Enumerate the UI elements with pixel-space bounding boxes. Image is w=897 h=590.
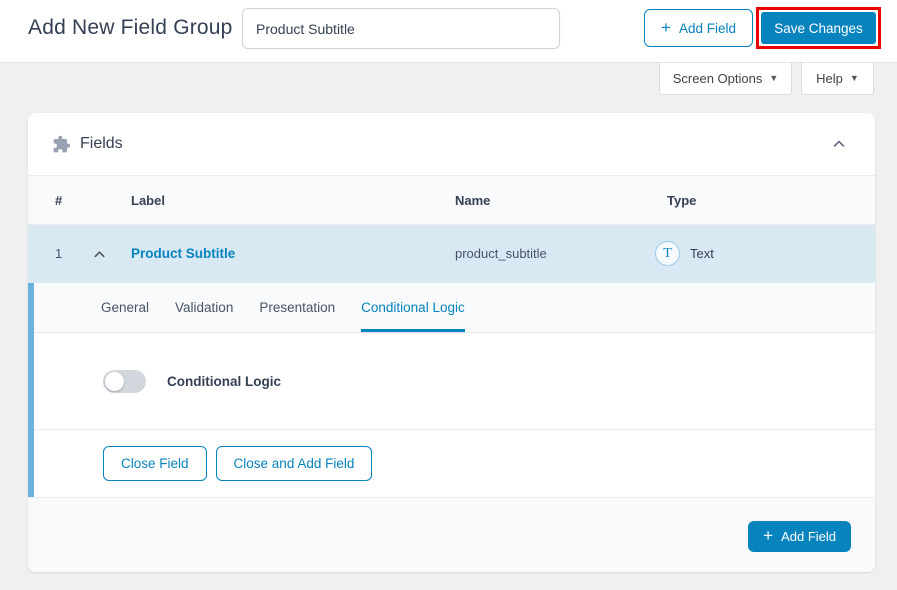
conditional-logic-toggle[interactable] (103, 370, 146, 393)
caret-down-icon: ▼ (769, 74, 778, 83)
help-label: Help (816, 71, 843, 86)
add-field-button-label: Add Field (679, 21, 736, 36)
close-and-add-field-button[interactable]: Close and Add Field (216, 446, 373, 481)
tab-presentation[interactable]: Presentation (259, 283, 335, 332)
fields-panel-header: Fields (28, 113, 875, 176)
text-type-icon: T (655, 241, 680, 266)
page-title: Add New Field Group (28, 16, 233, 40)
conditional-logic-setting: Conditional Logic (34, 333, 875, 430)
field-settings-section: General Validation Presentation Conditio… (28, 283, 875, 497)
screen-options-dropdown[interactable]: Screen Options ▼ (659, 63, 792, 95)
column-header-name: Name (455, 193, 490, 208)
column-header-number: # (55, 193, 62, 208)
add-field-button-top[interactable]: + Add Field (644, 9, 753, 47)
field-settings-actions: Close Field Close and Add Field (34, 430, 875, 497)
puzzle-icon (52, 135, 71, 154)
chevron-up-icon (92, 247, 107, 262)
panel-collapse-button[interactable] (827, 132, 851, 156)
screen-options-label: Screen Options (673, 71, 763, 86)
table-row: 1 Product Subtitle product_subtitle T Te… (28, 225, 875, 283)
field-type-cell: T Text (655, 241, 714, 266)
column-header-type: Type (667, 193, 696, 208)
close-field-button[interactable]: Close Field (103, 446, 207, 481)
fields-panel-footer: + Add Field (28, 497, 875, 572)
conditional-logic-label: Conditional Logic (167, 374, 281, 389)
tab-conditional-logic[interactable]: Conditional Logic (361, 283, 465, 332)
field-type-label: Text (690, 246, 714, 261)
help-dropdown[interactable]: Help ▼ (801, 63, 874, 95)
add-field-button-label: Add Field (781, 529, 836, 544)
fields-table-header: # Label Name Type (28, 176, 875, 225)
tab-general[interactable]: General (101, 283, 149, 332)
field-name-value: product_subtitle (455, 246, 547, 261)
caret-down-icon: ▼ (850, 74, 859, 83)
add-field-button-bottom[interactable]: + Add Field (748, 521, 851, 552)
field-settings-tabs: General Validation Presentation Conditio… (34, 283, 875, 333)
save-changes-highlight-box: Save Changes (756, 7, 881, 49)
chevron-up-icon (831, 136, 847, 152)
tab-validation[interactable]: Validation (175, 283, 233, 332)
field-label-link[interactable]: Product Subtitle (131, 246, 235, 261)
plus-icon: + (763, 527, 773, 544)
toggle-knob (105, 372, 124, 391)
top-header-bar: Add New Field Group + Add Field Save Cha… (0, 0, 897, 63)
field-group-title-input[interactable] (242, 8, 560, 49)
plus-icon: + (661, 19, 671, 36)
field-collapse-button[interactable] (90, 245, 109, 264)
fields-panel-title: Fields (80, 135, 123, 153)
field-row-number: 1 (55, 246, 62, 261)
save-changes-button[interactable]: Save Changes (761, 12, 876, 44)
fields-panel: Fields # Label Name Type 1 Product Subti… (28, 113, 875, 572)
column-header-label: Label (131, 193, 165, 208)
